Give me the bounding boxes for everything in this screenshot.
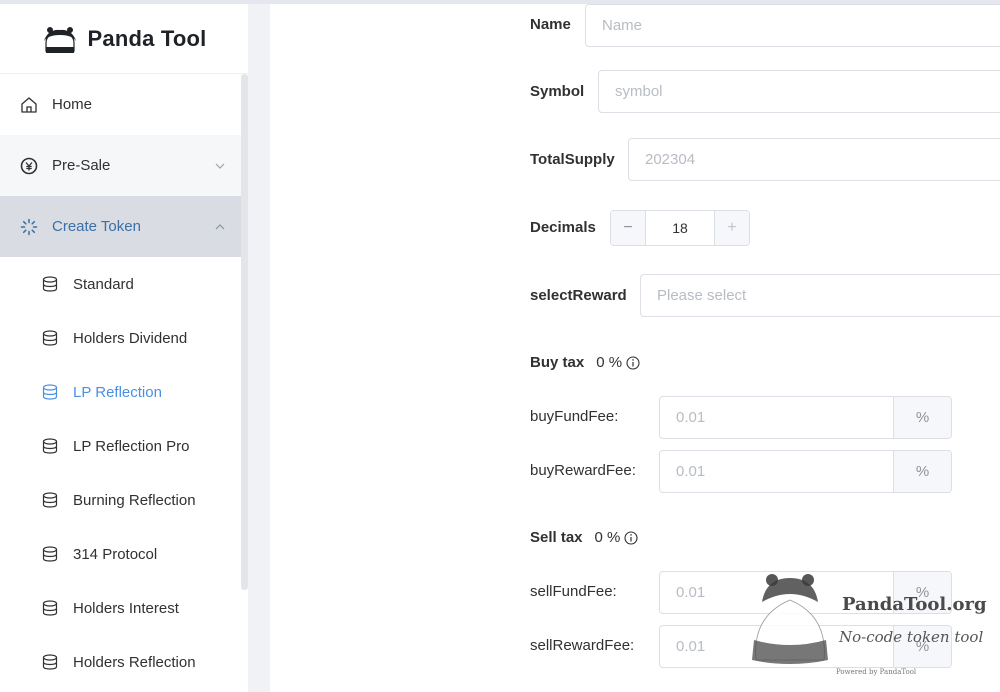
database-icon [42,384,58,400]
sidebar-subitem-label: LP Reflection Pro [73,437,190,455]
sidebar-subitem-label: 314 Protocol [73,545,158,563]
sidebar-subitem-label: Standard [73,275,134,293]
sell-fund-fee-label: sellFundFee: [530,583,617,600]
sidebar-subitem-holders-interest[interactable]: Holders Interest [0,581,248,635]
content-gutter [248,4,270,692]
buy-reward-fee-group: % [659,450,952,493]
sidebar-item-label: Home [52,96,93,113]
sidebar-item-create-token[interactable]: Create Token [0,196,248,257]
sidebar-subitem-label: Holders Interest [73,599,179,617]
sidebar-subitem-label: Burning Reflection [73,491,196,509]
sidebar-subitem-label: Holders Dividend [73,329,188,347]
buy-fund-fee-label: buyFundFee: [530,408,619,425]
info-icon[interactable] [626,355,640,370]
sidebar-subitem-label: LP Reflection [73,383,162,401]
buy-reward-fee-label: buyRewardFee: [530,462,636,479]
sidebar-subitem-lp-reflection[interactable]: LP Reflection [0,365,248,419]
database-icon [42,546,58,562]
info-icon[interactable] [624,530,638,545]
decimals-stepper: − 18 + [610,210,750,246]
buy-tax-value: 0 % [596,354,623,371]
total-supply-label: TotalSupply [530,151,615,168]
database-icon [42,600,58,616]
sidebar-subitem-burning-reflection[interactable]: Burning Reflection [0,473,248,527]
sidebar-item-home[interactable]: Home [0,74,248,135]
decimals-value[interactable]: 18 [646,211,714,245]
create-token-submenu: Standard Holders Dividend LP Reflection … [0,257,248,689]
sidebar-item-label: Create Token [52,218,141,235]
sidebar-subitem-lp-reflection-pro[interactable]: LP Reflection Pro [0,419,248,473]
database-icon [42,654,58,670]
buy-tax-title: Buy tax [530,354,585,371]
symbol-label: Symbol [530,83,585,100]
panda-logo-icon [43,26,76,53]
watermark-small-text: Powered by PandaTool [836,668,917,676]
sidebar-scrollbar[interactable] [241,74,248,590]
sell-tax-header: Sell tax 0 % [530,529,638,546]
buy-fund-fee-input[interactable] [660,397,893,438]
buy-reward-fee-input[interactable] [660,451,893,492]
select-reward-dropdown[interactable] [640,274,1000,317]
decrement-button[interactable]: − [611,211,646,245]
buy-fund-fee-group: % [659,396,952,439]
sell-reward-fee-label: sellRewardFee: [530,637,635,654]
brand-name: Panda Tool [87,25,207,51]
sidebar-subitem-holders-dividend[interactable]: Holders Dividend [0,311,248,365]
database-icon [42,492,58,508]
sidebar-item-label: Pre-Sale [52,157,111,174]
increment-button[interactable]: + [714,211,749,245]
sidebar-subitem-314-protocol[interactable]: 314 Protocol [0,527,248,581]
symbol-input[interactable] [598,70,1000,113]
database-icon [42,330,58,346]
total-supply-input[interactable] [628,138,1000,181]
buy-tax-header: Buy tax 0 % [530,354,640,371]
select-reward-label: selectReward [530,287,627,304]
chevron-down-icon[interactable] [214,160,226,172]
sidebar-subitem-standard[interactable]: Standard [0,257,248,311]
sidebar-item-presale[interactable]: Pre-Sale [0,135,248,196]
name-input[interactable] [585,4,1000,47]
decimals-label: Decimals [530,219,596,236]
sidebar: Panda Tool Home Pre-Sale Create Token St… [0,4,248,692]
database-icon [42,276,58,292]
create-token-icon [20,218,38,236]
watermark-name: PandaTool.org [842,594,987,615]
chevron-up-icon[interactable] [214,221,226,233]
watermark-tagline: No-code token tool [839,628,984,646]
percent-suffix: % [893,397,951,438]
presale-icon [20,157,38,175]
sell-tax-title: Sell tax [530,529,583,546]
panda-watermark-icon [752,574,828,664]
percent-suffix: % [893,451,951,492]
home-icon [20,96,38,114]
name-label: Name [530,16,571,33]
brand[interactable]: Panda Tool [0,4,248,74]
sidebar-menu: Home Pre-Sale Create Token [0,74,248,257]
watermark: PandaTool.org No-code token tool Powered… [738,568,1000,692]
sidebar-subitem-label: Holders Reflection [73,653,196,671]
sidebar-subitem-holders-reflection[interactable]: Holders Reflection [0,635,248,689]
database-icon [42,438,58,454]
sell-tax-value: 0 % [594,529,621,546]
